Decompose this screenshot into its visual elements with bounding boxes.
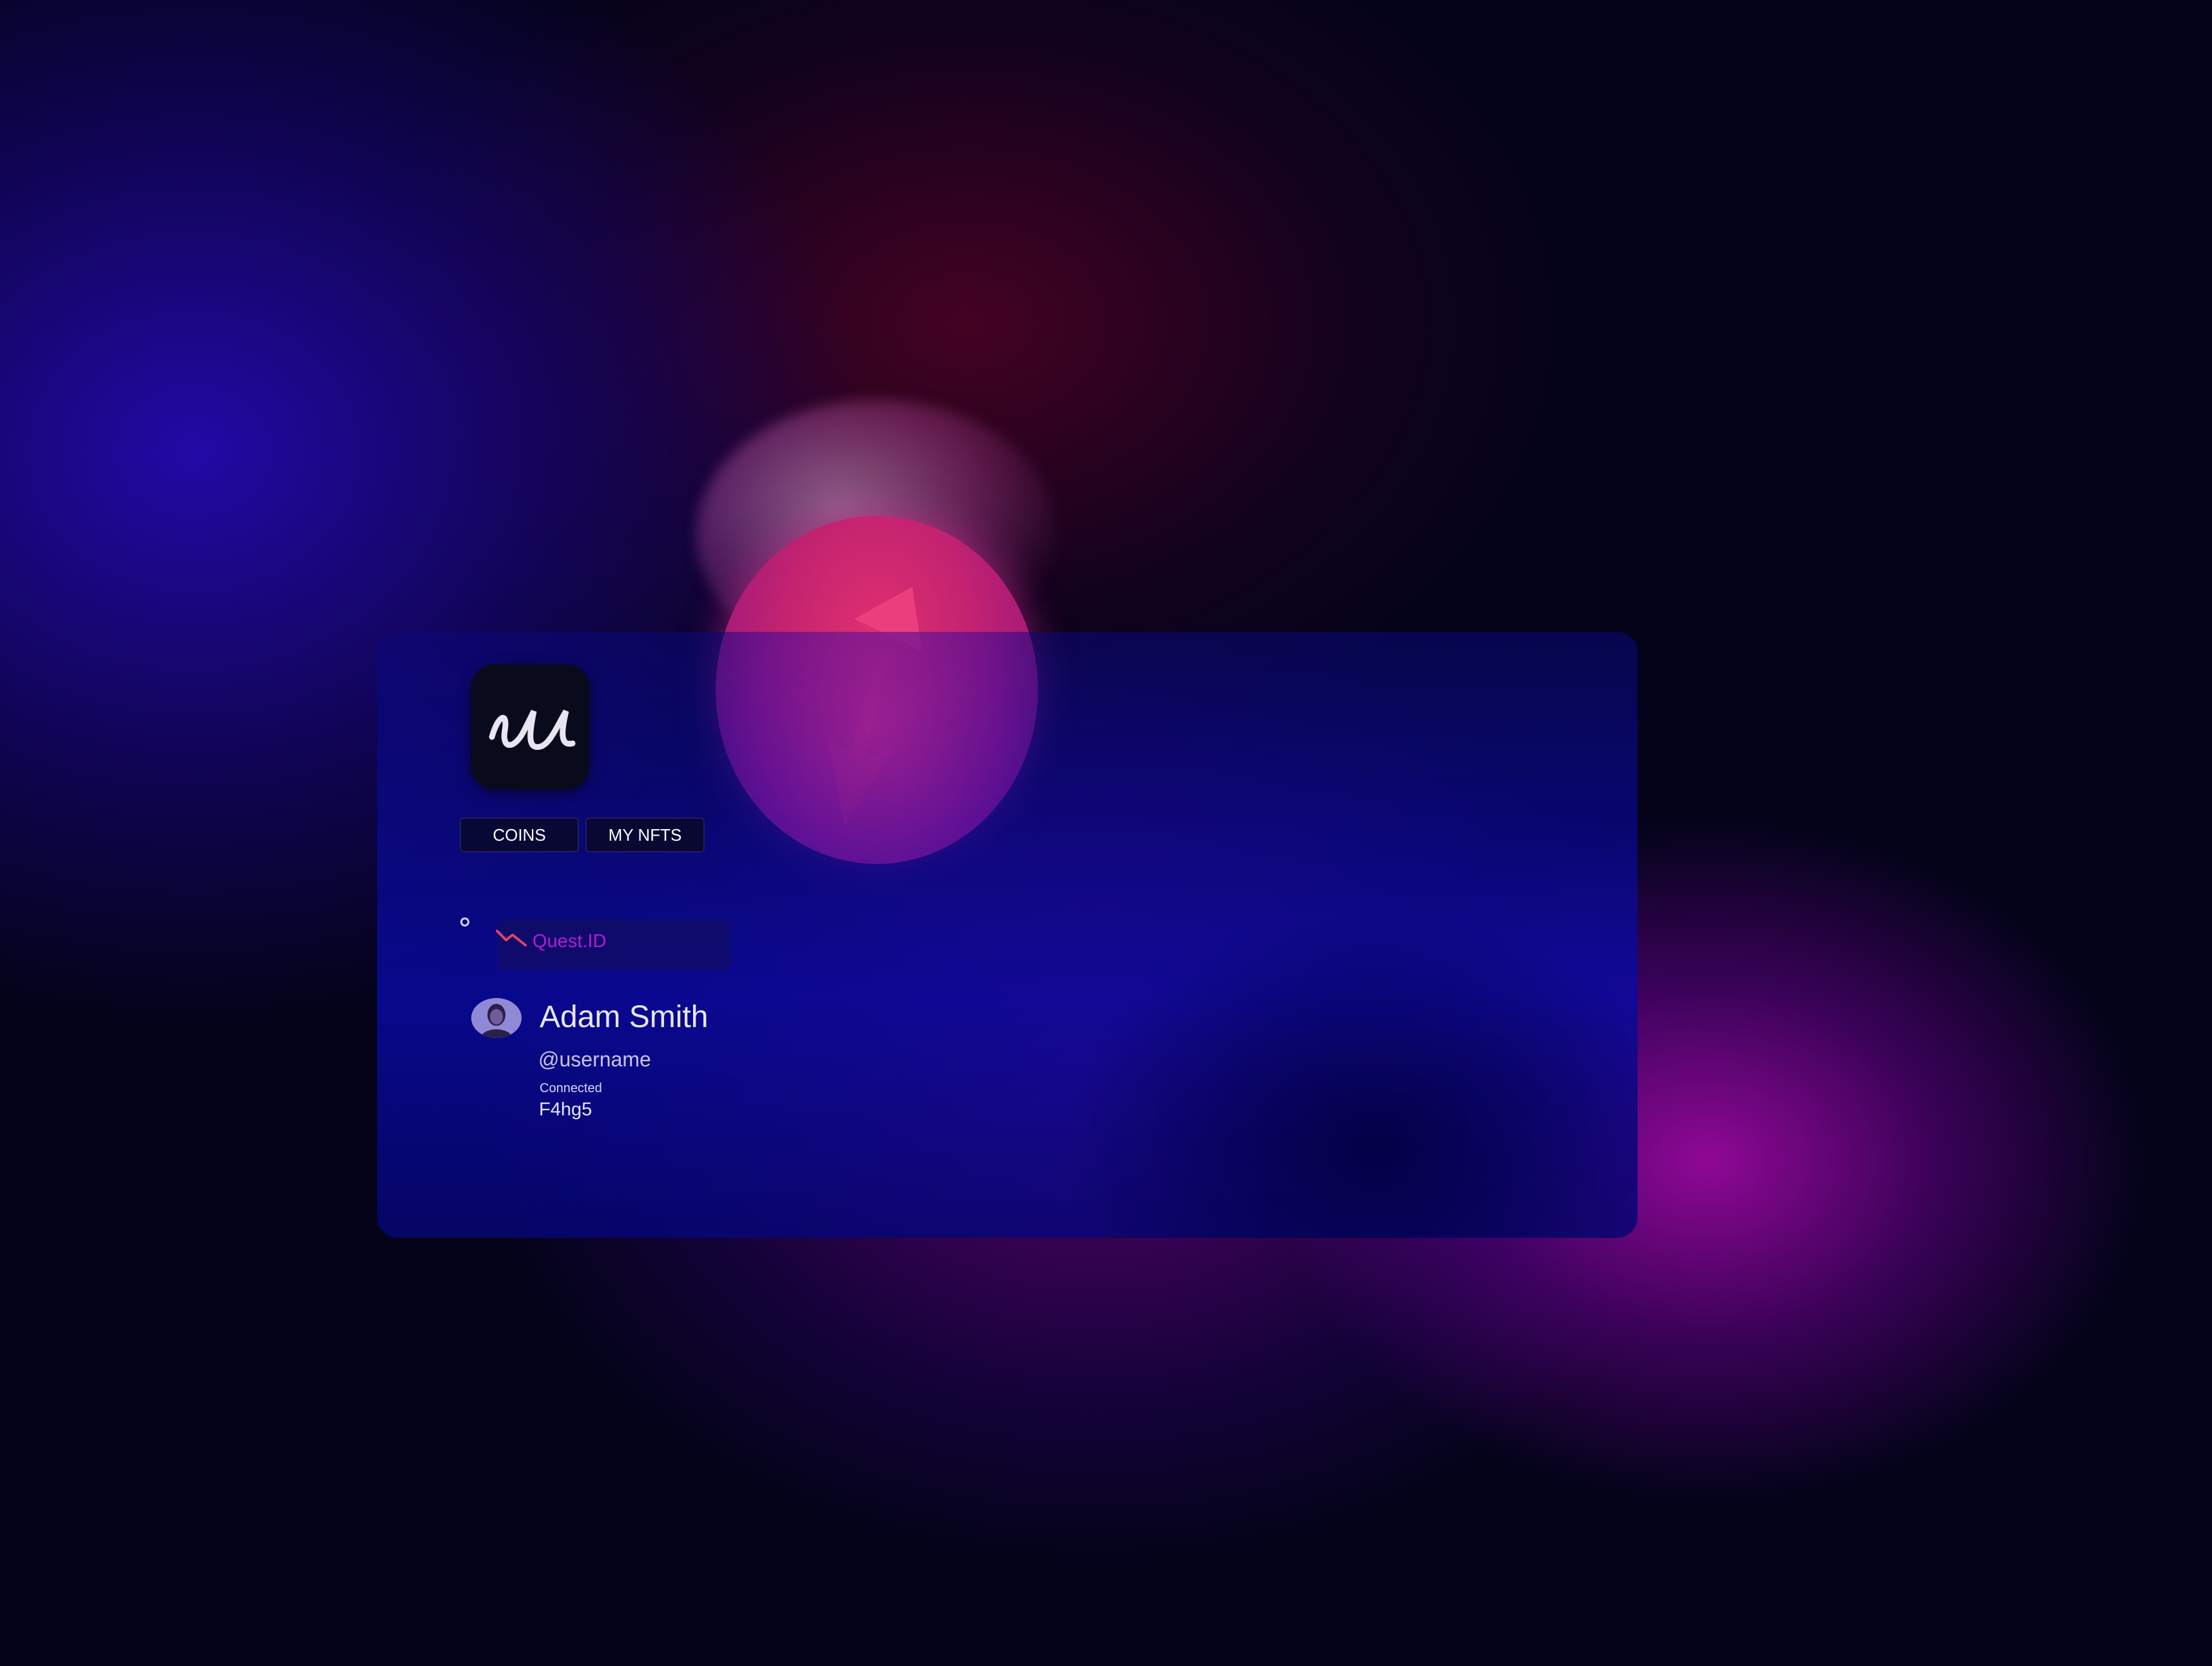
tab-coins[interactable]: COINS <box>460 818 579 852</box>
connection-status: Connected <box>540 1081 602 1095</box>
profile-handle: @username <box>538 1048 651 1071</box>
trend-down-icon <box>496 930 527 946</box>
logo-glyph <box>489 709 575 750</box>
avatar <box>471 998 522 1038</box>
avatar-photo <box>471 998 522 1038</box>
quest-radio[interactable] <box>460 917 469 926</box>
background: COINS MY NFTS Quest.ID Adam Smith @usern… <box>0 0 2212 1666</box>
coin-reflection <box>716 632 1038 864</box>
tab-my-nfts[interactable]: MY NFTS <box>585 818 705 852</box>
profile-name: Adam Smith <box>540 1000 709 1034</box>
wallet-card: COINS MY NFTS Quest.ID Adam Smith @usern… <box>377 632 1638 1238</box>
wallet-code: F4hg5 <box>539 1099 592 1120</box>
quest-id-label: Quest.ID <box>533 931 607 952</box>
script-u-logo <box>471 664 590 790</box>
